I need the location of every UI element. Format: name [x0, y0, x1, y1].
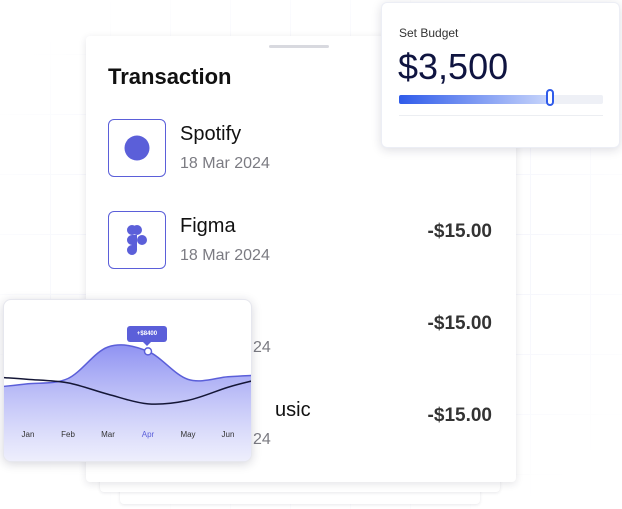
transaction-date: 24	[253, 339, 271, 356]
transaction-name: usic	[275, 399, 311, 421]
x-tick-label: Jan	[21, 430, 35, 439]
transaction-date: 24	[253, 431, 271, 448]
divider	[399, 115, 603, 116]
transaction-name: Figma	[180, 215, 236, 237]
budget-card: Set Budget $3,500	[381, 2, 620, 148]
x-tick-label: May	[180, 430, 196, 439]
transaction-amount: -$15.00	[427, 313, 492, 334]
transaction-name: Spotify	[180, 123, 242, 145]
transaction-date: 18 Mar 2024	[180, 155, 270, 172]
x-tick-label: Jun	[221, 430, 235, 439]
series-1-area	[4, 344, 251, 461]
chart-tooltip: +$8400	[127, 326, 167, 346]
budget-slider[interactable]	[399, 89, 603, 106]
area-chart	[4, 344, 251, 461]
x-tick-label: Mar	[101, 430, 115, 439]
active-point-marker[interactable]	[143, 347, 153, 356]
budget-slider-thumb[interactable]	[545, 89, 554, 106]
transaction-amount: -$15.00	[427, 221, 492, 242]
budget-slider-fill	[399, 95, 550, 104]
budget-label: Set Budget	[399, 26, 459, 40]
x-tick-label: Apr	[141, 430, 155, 439]
transaction-item-figma[interactable]: Figma 18 Mar 2024 -$15.00	[108, 211, 508, 273]
x-tick-label: Feb	[61, 430, 75, 439]
transaction-date: 18 Mar 2024	[180, 247, 270, 264]
spotify-icon	[108, 119, 166, 177]
budget-value: $3,500	[398, 46, 509, 87]
transaction-title: Transaction	[108, 64, 232, 89]
figma-icon	[108, 211, 166, 269]
chart-card: +$8400 Jan Feb Mar Apr May Jun	[3, 299, 252, 462]
transaction-amount: -$15.00	[427, 405, 492, 426]
drag-handle[interactable]	[269, 45, 329, 48]
